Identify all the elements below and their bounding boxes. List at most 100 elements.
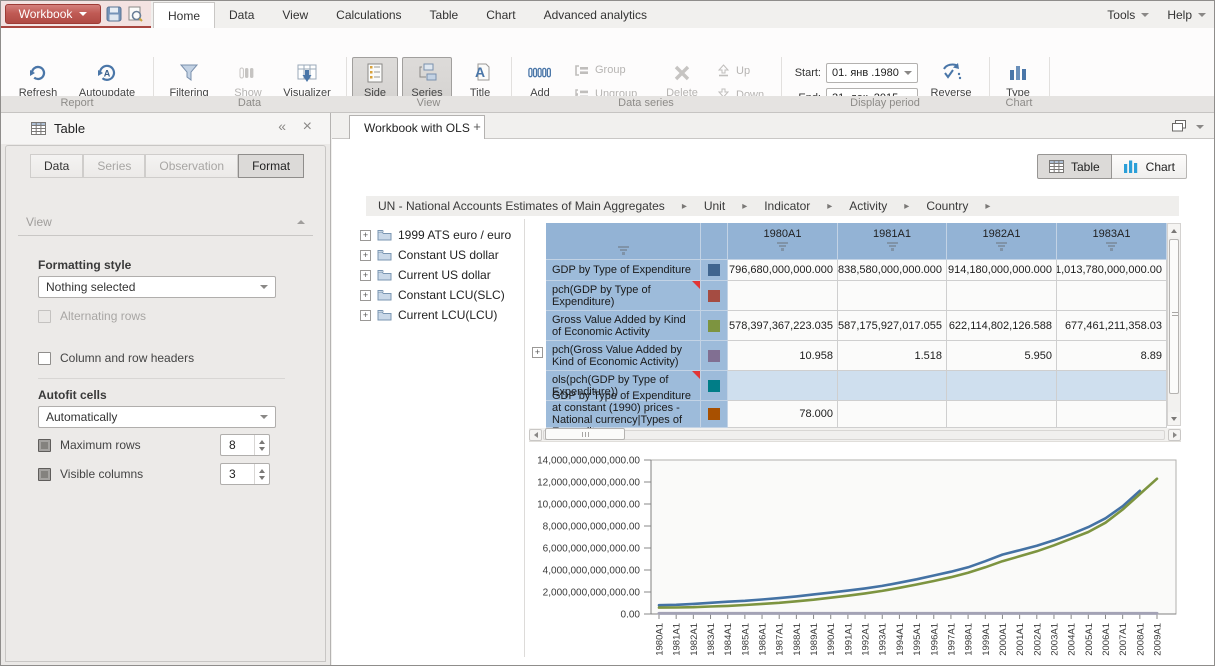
formatting-style-select[interactable]: Nothing selected [38, 276, 276, 298]
value-cell[interactable]: 1.518 [838, 341, 947, 371]
alternating-rows-checkbox[interactable]: Alternating rows [38, 309, 146, 323]
expand-icon[interactable]: + [360, 290, 371, 301]
scrollbar-thumb[interactable] [545, 428, 625, 440]
tree-item-1999-ats-euro-euro[interactable]: +1999 ATS euro / euro [360, 225, 520, 245]
breadcrumb-item-unit[interactable]: Unit [704, 199, 725, 213]
expand-icon[interactable]: + [360, 230, 371, 241]
menu-tab-calculations[interactable]: Calculations [322, 1, 415, 28]
value-cell[interactable]: 1,013,780,000,000.00 [1057, 260, 1167, 281]
row-expander[interactable]: + [532, 347, 543, 358]
filter-icon[interactable] [996, 242, 1007, 251]
row-label-cell[interactable]: GDP by Type of Expenditure at constant (… [546, 401, 701, 428]
stepper-arrows[interactable] [254, 435, 269, 455]
scroll-left-button[interactable] [529, 429, 542, 441]
help-menu[interactable]: Help [1167, 8, 1206, 22]
menu-tab-view[interactable]: View [268, 1, 322, 28]
tools-menu[interactable]: Tools [1107, 8, 1149, 22]
scroll-down-button[interactable] [1168, 412, 1180, 425]
tree-item-current-lcu-lcu[interactable]: +Current LCU(LCU) [360, 305, 520, 325]
value-cell[interactable]: 10.958 [728, 341, 838, 371]
close-panel-button[interactable]: × [303, 118, 312, 136]
value-cell[interactable] [947, 281, 1057, 311]
start-date-field[interactable]: 01. янв .1980 [826, 63, 918, 83]
filter-icon[interactable] [887, 242, 898, 251]
side-tab-series[interactable]: Series [83, 154, 145, 178]
value-cell[interactable]: 578,397,367,223.035 [728, 311, 838, 341]
value-cell[interactable] [1057, 281, 1167, 311]
print-preview-icon[interactable] [126, 5, 144, 23]
save-icon[interactable] [105, 5, 123, 23]
value-cell[interactable]: 838,580,000,000.000 [838, 260, 947, 281]
new-tab-button[interactable]: + [464, 119, 490, 139]
value-cell[interactable] [728, 371, 838, 401]
breadcrumb-item-activity[interactable]: Activity [849, 199, 887, 213]
value-cell[interactable] [838, 371, 947, 401]
chevron-down-icon[interactable] [1196, 125, 1204, 129]
value-cell[interactable] [1057, 401, 1167, 428]
value-cell[interactable]: 78.000 [728, 401, 838, 428]
value-cell[interactable]: 677,461,211,358.03 [1057, 311, 1167, 341]
value-cell[interactable] [838, 401, 947, 428]
value-cell[interactable]: 914,180,000,000.000 [947, 260, 1057, 281]
value-cell[interactable] [947, 401, 1057, 428]
chart-view-toggle[interactable]: Chart [1112, 154, 1187, 179]
cascade-windows-icon[interactable] [1172, 120, 1186, 132]
breadcrumb-item-un-national-accounts-estimates-of-main-aggregates[interactable]: UN - National Accounts Estimates of Main… [378, 199, 665, 213]
refresh-button[interactable]: Refresh [9, 58, 67, 99]
side-tab-data[interactable]: Data [30, 154, 83, 178]
row-label-cell[interactable]: GDP by Type of Expenditure [546, 260, 701, 281]
value-cell[interactable] [1057, 371, 1167, 401]
column-header-1983a1[interactable]: 1983A1 [1057, 223, 1167, 260]
menu-tab-advanced-analytics[interactable]: Advanced analytics [530, 1, 661, 28]
expand-icon[interactable]: + [360, 270, 371, 281]
value-cell[interactable]: 796,680,000,000.000 [728, 260, 838, 281]
autofit-select[interactable]: Automatically [38, 406, 276, 428]
menu-tab-chart[interactable]: Chart [472, 1, 529, 28]
side-tab-format[interactable]: Format [238, 154, 304, 178]
value-cell[interactable]: 587,175,927,017.055 [838, 311, 947, 341]
column-header-1980a1[interactable]: 1980A1 [728, 223, 838, 260]
scrollbar-thumb[interactable] [1169, 239, 1179, 394]
expand-icon[interactable]: + [360, 250, 371, 261]
menu-tab-table[interactable]: Table [416, 1, 473, 28]
menu-tab-data[interactable]: Data [215, 1, 268, 28]
maximum-rows-checkbox[interactable]: Maximum rows [38, 438, 141, 452]
table-view-toggle[interactable]: Table [1037, 154, 1112, 179]
scroll-right-button[interactable] [1168, 429, 1181, 441]
filter-icon[interactable] [618, 246, 629, 255]
column-row-headers-checkbox[interactable]: Column and row headers [38, 351, 194, 365]
visible-columns-stepper[interactable]: 3 [220, 463, 270, 485]
row-label-cell[interactable]: pch(Gross Value Added by Kind of Economi… [546, 341, 701, 371]
value-cell[interactable]: 5.950 [947, 341, 1057, 371]
filter-icon[interactable] [777, 242, 788, 251]
row-label-cell[interactable]: Gross Value Added by Kind of Economic Ac… [546, 311, 701, 341]
filter-icon[interactable] [1106, 242, 1117, 251]
expand-icon[interactable]: + [360, 310, 371, 321]
tree-item-constant-lcu-slc[interactable]: +Constant LCU(SLC) [360, 285, 520, 305]
collapse-panel-button[interactable]: « [278, 118, 286, 134]
maximum-rows-stepper[interactable]: 8 [220, 434, 270, 456]
menu-tab-home[interactable]: Home [153, 2, 215, 28]
value-cell[interactable] [947, 371, 1057, 401]
value-cell[interactable] [728, 281, 838, 311]
group-button[interactable]: Group [575, 64, 626, 76]
scroll-up-button[interactable] [1168, 224, 1180, 237]
stepper-arrows[interactable] [254, 464, 269, 484]
value-cell[interactable]: 622,114,802,126.588 [947, 311, 1057, 341]
tree-item-current-us-dollar[interactable]: +Current US dollar [360, 265, 520, 285]
view-section-header[interactable]: View [18, 208, 313, 236]
column-header-1981a1[interactable]: 1981A1 [838, 223, 947, 260]
scrollbar-track[interactable] [543, 430, 1165, 440]
value-cell[interactable] [838, 281, 947, 311]
table-vertical-scrollbar[interactable] [1167, 223, 1181, 426]
row-label-cell[interactable]: pch(GDP by Type of Expenditure) [546, 281, 701, 311]
breadcrumb-item-country[interactable]: Country [926, 199, 968, 213]
visible-columns-checkbox[interactable]: Visible columns [38, 467, 143, 481]
row-label-header-cell[interactable] [546, 223, 701, 260]
side-tab-observation[interactable]: Observation [145, 154, 238, 178]
table-horizontal-scrollbar[interactable] [529, 428, 1181, 442]
tree-item-constant-us-dollar[interactable]: +Constant US dollar [360, 245, 520, 265]
title-button[interactable]: A Title [458, 58, 502, 99]
breadcrumb-item-indicator[interactable]: Indicator [764, 199, 810, 213]
column-header-1982a1[interactable]: 1982A1 [947, 223, 1057, 260]
